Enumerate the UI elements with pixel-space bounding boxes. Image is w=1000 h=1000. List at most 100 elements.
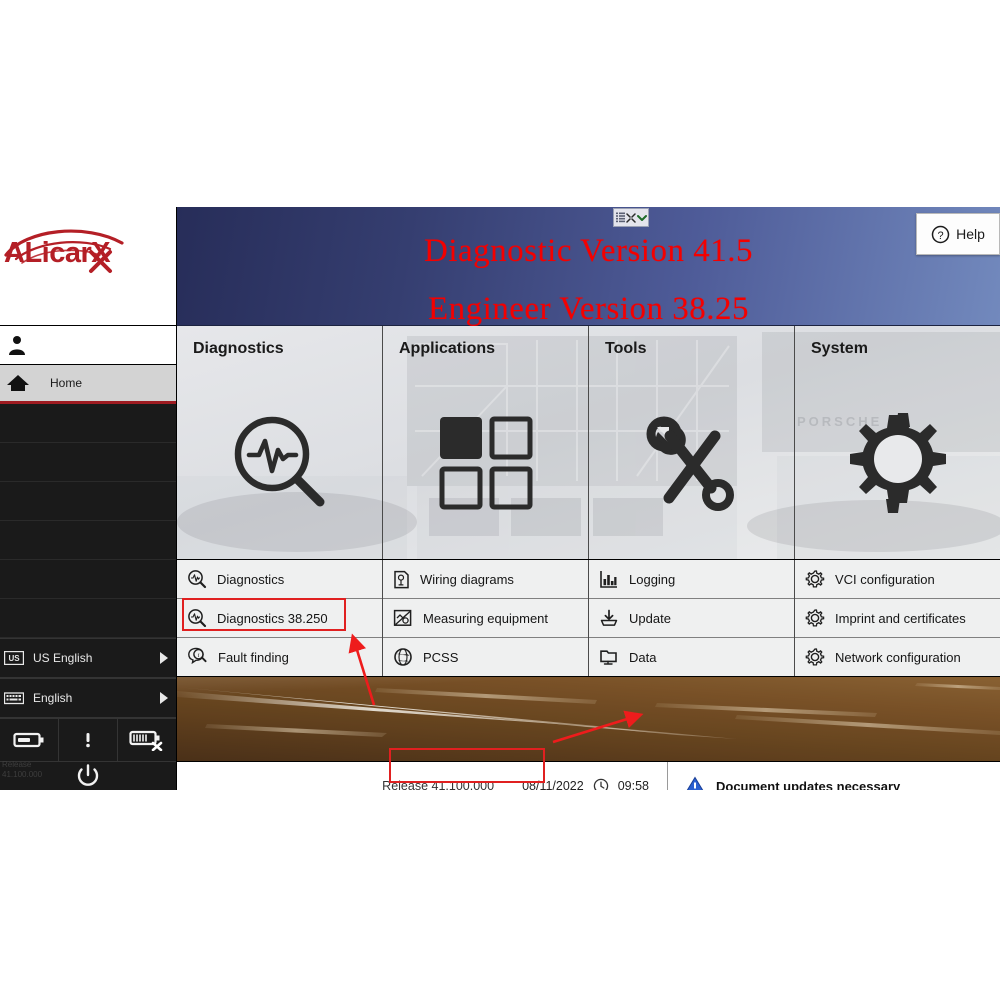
keyboard-language-label: English	[33, 691, 73, 705]
list-grid-icon	[615, 212, 625, 223]
menu-item-diagnostics-38250[interactable]: Diagnostics 38.250	[177, 599, 382, 638]
warning-triangle-icon	[686, 776, 704, 790]
menu-item-pcss[interactable]: PCSS	[383, 638, 588, 676]
menu-item-network-configuration[interactable]: Network configuration	[795, 638, 1000, 676]
battery-disconnected-button[interactable]	[118, 719, 176, 761]
gear-icon	[805, 609, 825, 627]
four-squares-icon	[383, 372, 588, 559]
panel-title: Applications	[399, 340, 496, 357]
svg-text:?: ?	[938, 229, 944, 241]
menu-item-label: Imprint and certificates	[835, 610, 966, 626]
main-pane: Diagnostic Version 41.5 Engineer Version…	[176, 207, 1000, 790]
help-button-label: Help	[956, 226, 985, 242]
menu-item-measuring-equipment[interactable]: Measuring equipment	[383, 599, 588, 638]
menu-item-label: Data	[629, 649, 657, 665]
status-message: Document updates necessary	[716, 778, 901, 791]
sidebar-item-home[interactable]: Home	[0, 365, 176, 404]
sidebar-item-region-language[interactable]: US US English	[0, 638, 176, 678]
measuring-equipment-icon	[393, 609, 412, 626]
status-release: Release 41.100.000	[382, 779, 495, 790]
status-message-group[interactable]: Document updates necessary	[668, 776, 1000, 790]
wiring-diagram-icon	[394, 570, 409, 588]
svg-text:i: i	[198, 652, 200, 659]
menu-item-imprint-and-certificates[interactable]: Imprint and certificates	[795, 599, 1000, 638]
sidebar: ALicarX Home US US English English Relea…	[0, 207, 176, 790]
sidebar-blank-row	[0, 521, 176, 560]
menu-column-system: VCI configuration Imprint and certificat…	[795, 560, 1000, 676]
sidebar-status-icons	[0, 718, 176, 762]
panel-title: Diagnostics	[193, 340, 284, 357]
magnifier-pulse-icon	[188, 570, 207, 589]
banner: Diagnostic Version 41.5 Engineer Version…	[177, 207, 1000, 327]
menu-item-label: Network configuration	[835, 649, 961, 665]
battery-status-button[interactable]	[0, 719, 59, 761]
menu-item-label: Diagnostics	[217, 571, 285, 587]
menu-item-label: Diagnostics 38.250	[217, 610, 328, 626]
gear-icon	[795, 372, 1000, 559]
sidebar-item-keyboard-language[interactable]: English	[0, 678, 176, 718]
folder-monitor-icon	[600, 650, 617, 665]
chevron-right-icon	[160, 652, 168, 664]
menu-item-label: Wiring diagrams	[420, 571, 514, 587]
svg-text:US: US	[8, 654, 20, 663]
menu-item-diagnostics[interactable]: Diagnostics	[177, 560, 382, 599]
battery-x-icon	[129, 730, 163, 751]
status-bar: Release 41.100.000 08/11/2022 09:58 Docu…	[177, 761, 1000, 790]
menu-item-label: VCI configuration	[835, 571, 935, 587]
power-button[interactable]: Release 41.100.000	[0, 760, 176, 790]
chevron-right-icon	[160, 692, 168, 704]
screenshot-canvas: ALicarX Home US US English English Relea…	[0, 0, 1000, 1000]
road-markings	[177, 677, 1000, 761]
panel-title: System	[811, 340, 868, 357]
power-icon	[77, 764, 99, 786]
menu-rows: Diagnostics Diagnostics 38.250 i Fault f…	[177, 560, 1000, 676]
info-status-button[interactable]	[59, 719, 118, 761]
help-button[interactable]: ? Help	[916, 213, 1000, 255]
us-flag-icon: US	[4, 651, 24, 665]
banner-line-diagnostic-version: Diagnostic Version 41.5	[424, 233, 753, 269]
sidebar-blank-row	[0, 404, 176, 443]
panel-applications[interactable]: Applications	[383, 326, 589, 559]
keyboard-icon	[4, 692, 24, 705]
menu-item-data[interactable]: Data	[589, 638, 794, 676]
status-date: 08/11/2022	[522, 779, 584, 790]
expand-icon	[625, 212, 636, 223]
menu-item-label: PCSS	[423, 649, 459, 665]
menu-item-label: Measuring equipment	[423, 610, 549, 626]
banner-line-engineer-version: Engineer Version 38.25	[427, 291, 750, 327]
menu-item-vci-configuration[interactable]: VCI configuration	[795, 560, 1000, 599]
panel-tools[interactable]: Tools	[589, 326, 795, 559]
sidebar-blank-row	[0, 560, 176, 599]
menu-item-fault-finding[interactable]: i Fault finding	[177, 638, 382, 676]
category-panels: PORSCHE Diagnostics Applications Tools S…	[177, 326, 1000, 560]
menu-column-diagnostics: Diagnostics Diagnostics 38.250 i Fault f…	[177, 560, 383, 676]
battery-icon	[13, 732, 44, 748]
menu-item-label: Logging	[629, 571, 676, 587]
menu-item-logging[interactable]: Logging	[589, 560, 794, 599]
question-mark-icon: ?	[931, 225, 950, 243]
region-language-label: US English	[33, 651, 93, 665]
sidebar-logo: ALicarX	[0, 207, 176, 326]
menu-item-wiring-diagrams[interactable]: Wiring diagrams	[383, 560, 588, 599]
status-time: 09:58	[617, 779, 649, 790]
chevron-down-icon	[636, 214, 647, 221]
menu-column-applications: Wiring diagrams Measuring equipment PCSS	[383, 560, 589, 676]
menu-item-update[interactable]: Update	[589, 599, 794, 638]
wrench-screwdriver-icon	[589, 372, 794, 559]
bar-chart-icon	[600, 571, 617, 588]
banner-mini-toolbar[interactable]	[613, 208, 649, 227]
sidebar-item-user[interactable]	[0, 326, 176, 365]
sidebar-release-text: Release 41.100.000	[2, 760, 43, 779]
magnifier-pulse-icon	[177, 372, 382, 559]
person-icon	[9, 336, 25, 355]
sidebar-blank-row	[0, 482, 176, 521]
sidebar-blank-row	[0, 599, 176, 638]
panel-diagnostics[interactable]: Diagnostics	[177, 326, 383, 559]
panel-title: Tools	[605, 340, 647, 357]
home-icon	[7, 375, 29, 391]
panel-system[interactable]: System	[795, 326, 1000, 559]
menu-item-label: Update	[629, 610, 671, 626]
sidebar-blank-row	[0, 443, 176, 482]
road-photo	[177, 676, 1000, 761]
wrench-x-icon	[89, 250, 112, 273]
